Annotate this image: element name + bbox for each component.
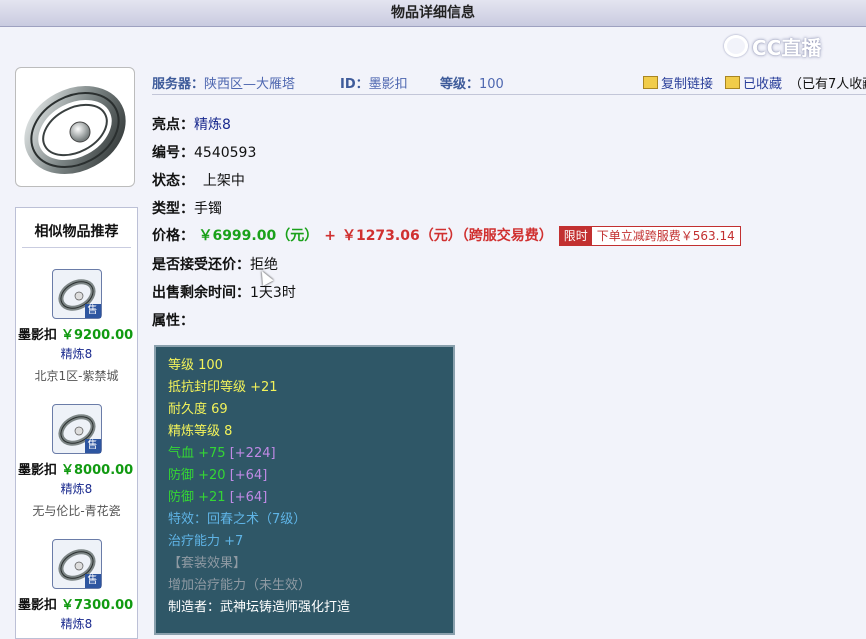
price-plus: + xyxy=(324,228,336,244)
similar-item-price: ￥8000.00 xyxy=(61,463,134,478)
server-info: 服务器：陕西区—大雁塔 xyxy=(152,73,295,92)
highlight-label: 亮点： xyxy=(152,117,194,133)
server-label: 服务器： xyxy=(152,77,205,92)
similar-item-refine: 精炼8 xyxy=(60,482,93,496)
promo-tag: 限时 xyxy=(559,227,592,245)
similar-item[interactable]: 售 墨影扣 ￥9200.00 精炼8 北京1区-紫禁城 xyxy=(16,269,137,384)
similar-items-panel: 相似物品推荐 售 墨影扣 ￥9200.00 精炼8 北京1区-紫禁城 售 墨影扣 ￥ xyxy=(15,207,138,639)
similar-item-price: ￥9200.00 xyxy=(61,328,134,343)
for-sale-badge: 售 xyxy=(84,304,101,318)
type-value: 手镯 xyxy=(194,201,222,217)
highlight-value: 精炼8 xyxy=(194,117,231,133)
copy-link-label[interactable]: 复制链接 xyxy=(661,73,713,92)
similar-item-thumbnail[interactable]: 售 xyxy=(51,539,102,589)
attribute-line: 精炼等级 8 xyxy=(168,424,233,439)
similar-item-server: 无与伦比-青花瓷 xyxy=(32,504,121,518)
window-title: 物品详细信息 xyxy=(0,0,866,27)
watermark: CC直播 xyxy=(724,31,864,61)
for-sale-badge: 售 xyxy=(84,439,101,453)
attribute-line: 特效：回春之术（7级） xyxy=(168,512,307,527)
attribute-line: 增加治疗能力（未生效） xyxy=(168,578,312,593)
attribute-line: 抵抗封印等级 +21 xyxy=(168,380,278,395)
sidebar-title: 相似物品推荐 xyxy=(22,208,131,248)
attribute-line: 【套装效果】 xyxy=(168,556,247,571)
favorite-count: （已有7人收藏 xyxy=(789,77,866,92)
for-sale-badge: 售 xyxy=(84,574,101,588)
remaining-time-label: 出售剩余时间： xyxy=(152,285,250,301)
type-label: 类型： xyxy=(152,201,194,217)
attribute-bonus: [+64] xyxy=(229,468,268,483)
attribute-line: 制造者：武神坛铸造师强化打造 xyxy=(168,600,351,615)
watermark-text: CC直播 xyxy=(752,35,822,60)
highlight-row: 亮点：精炼8 xyxy=(152,114,231,134)
attribute-line: 防御 +21 [+64] xyxy=(168,487,441,509)
price-label: 价格： xyxy=(152,228,194,244)
status-value: 上架中 xyxy=(202,173,245,189)
attribute-line: 耐久度 69 xyxy=(168,402,228,417)
counter-offer-label: 是否接受还价： xyxy=(152,257,250,273)
serial-value: 4540593 xyxy=(194,145,257,161)
price-main: ￥6999.00（元） xyxy=(198,228,319,244)
attribute-base: 气血 +75 xyxy=(168,446,230,461)
price-row: 价格： ￥6999.00（元） + ￥1273.06（元）（跨服交易费） 限时 下单立减… xyxy=(152,225,741,246)
level-label: 等级： xyxy=(440,77,480,92)
cc-logo-icon xyxy=(724,35,748,57)
similar-item-name[interactable]: 墨影扣 xyxy=(18,328,57,343)
level-info: 等级：100 xyxy=(440,73,504,92)
ring-icon xyxy=(24,86,126,174)
similar-item[interactable]: 售 墨影扣 ￥8000.00 精炼8 无与伦比-青花瓷 xyxy=(16,404,137,519)
attributes-panel: 等级 100 抵抗封印等级 +21 耐久度 69 精炼等级 8 气血 +75 [… xyxy=(154,345,455,635)
favorite-icon xyxy=(725,76,740,89)
server-value: 陕西区—大雁塔 xyxy=(204,77,296,92)
status-row: 状态： 上架中 xyxy=(152,170,245,190)
attribute-line: 气血 +75 [+224] xyxy=(168,443,441,465)
remaining-time-row: 出售剩余时间：1天3时 xyxy=(152,282,296,302)
similar-item-name[interactable]: 墨影扣 xyxy=(18,598,57,613)
attribute-bonus: [+64] xyxy=(229,490,268,505)
attribute-base: 防御 +20 xyxy=(168,468,230,483)
similar-item-price: ￥7300.00 xyxy=(61,598,134,613)
attribute-line: 治疗能力 +7 xyxy=(168,534,244,549)
attribute-line: 等级 100 xyxy=(168,358,223,373)
id-label: ID： xyxy=(340,77,369,92)
attributes-label: 属性： xyxy=(152,313,194,329)
attribute-line: 防御 +20 [+64] xyxy=(168,465,441,487)
similar-item-name[interactable]: 墨影扣 xyxy=(18,463,57,478)
similar-item-thumbnail[interactable]: 售 xyxy=(51,404,102,454)
favorited-label[interactable]: 已收藏 xyxy=(743,73,782,92)
similar-item-refine: 精炼8 xyxy=(60,347,93,361)
copy-link-button[interactable]: 复制链接 xyxy=(643,73,713,92)
copy-link-icon xyxy=(643,76,658,89)
serial-label: 编号： xyxy=(152,145,194,161)
promo-text: 下单立减跨服费￥563.14 xyxy=(591,227,740,245)
item-header: 服务器：陕西区—大雁塔 ID：墨影扣 等级：100 复制链接 已收藏 （已有7人… xyxy=(152,70,866,95)
attributes-row: 属性： xyxy=(152,310,194,330)
serial-row: 编号：4540593 xyxy=(152,142,256,162)
type-row: 类型：手镯 xyxy=(152,198,222,218)
item-image xyxy=(15,67,135,187)
promo-badge: 限时 下单立减跨服费￥563.14 xyxy=(558,226,741,246)
attribute-bonus: [+224] xyxy=(229,446,276,461)
cross-server-fee: ￥1273.06（元）（跨服交易费） xyxy=(341,228,553,244)
id-info: ID：墨影扣 xyxy=(340,73,408,92)
similar-item-thumbnail[interactable]: 售 xyxy=(51,269,102,319)
attribute-base: 防御 +21 xyxy=(168,490,230,505)
favorite-button[interactable]: 已收藏 xyxy=(725,73,782,92)
remaining-time-value: 1天3时 xyxy=(250,285,296,301)
similar-item[interactable]: 售 墨影扣 ￥7300.00 精炼8 xyxy=(16,539,137,632)
id-value: 墨影扣 xyxy=(368,77,408,92)
similar-item-server: 北京1区-紫禁城 xyxy=(34,369,119,383)
status-label: 状态： xyxy=(152,173,194,189)
level-value: 100 xyxy=(479,77,504,92)
